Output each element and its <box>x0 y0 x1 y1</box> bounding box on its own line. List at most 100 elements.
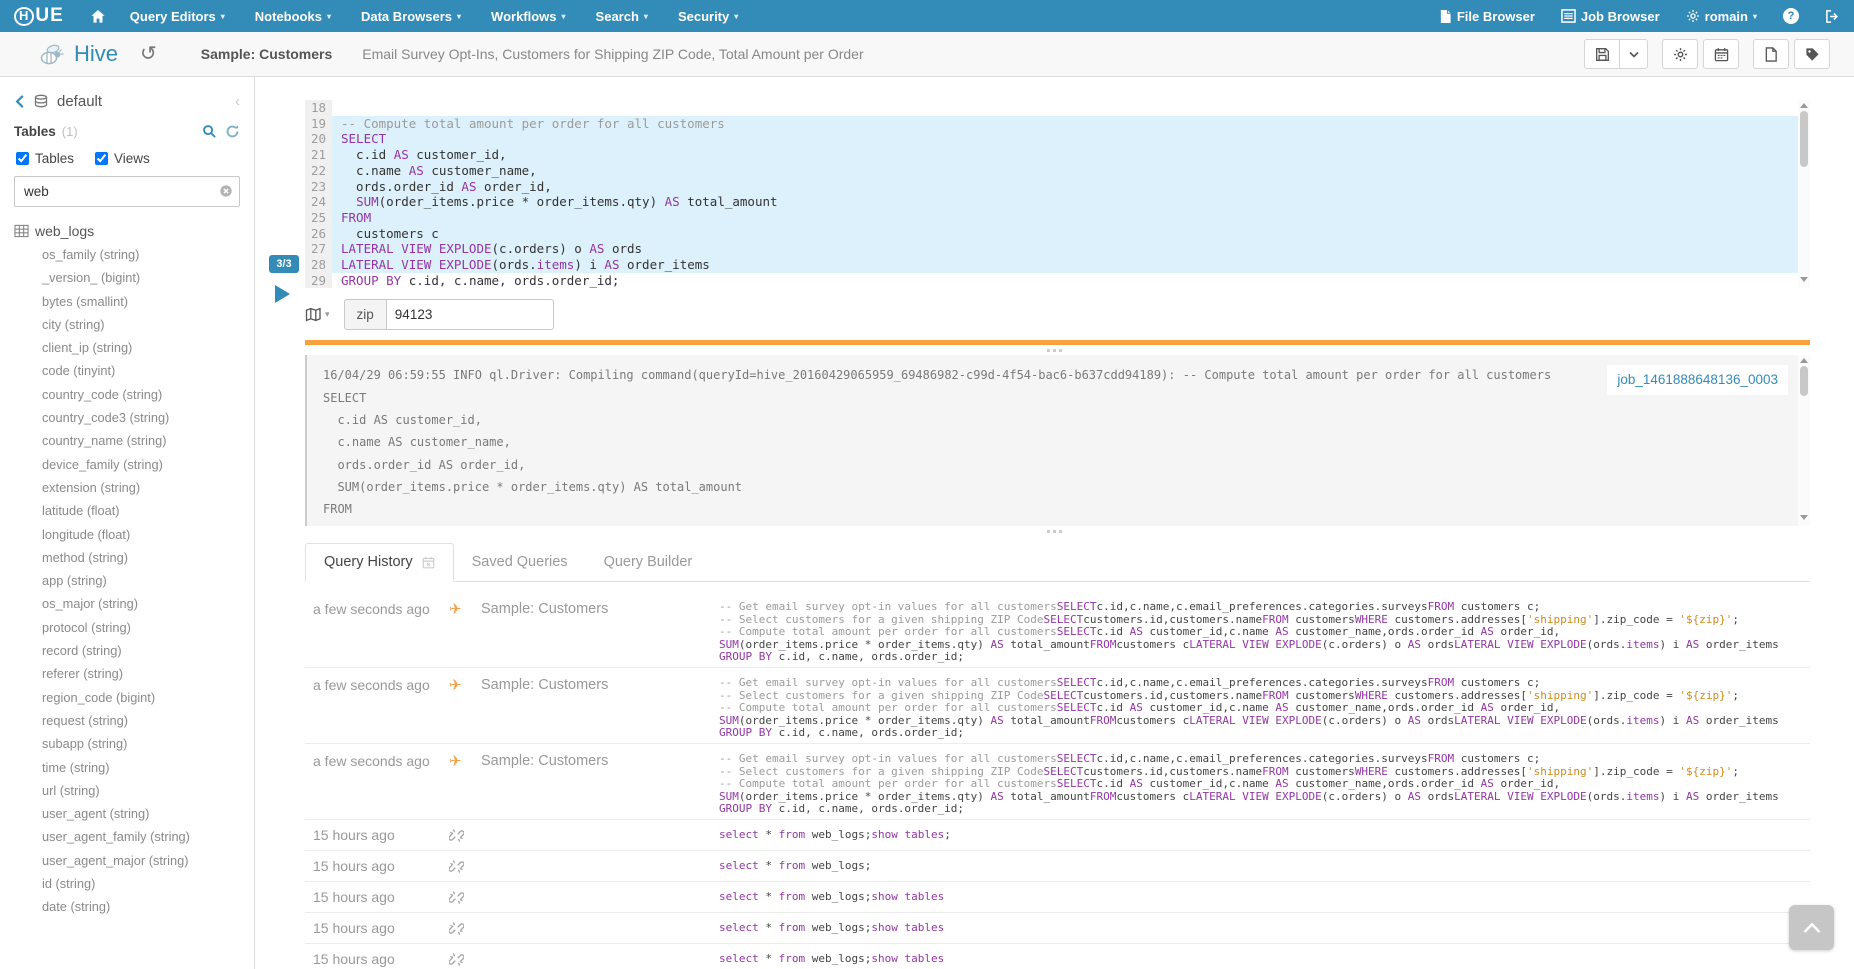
column-item[interactable]: code (tinyint) <box>14 359 240 382</box>
tables-heading: Tables <box>14 124 56 139</box>
column-item[interactable]: _version_ (bigint) <box>14 266 240 289</box>
column-item[interactable]: subapp (string) <box>14 732 240 755</box>
scroll-up-arrow-icon[interactable] <box>1800 358 1808 363</box>
editor-scrollbar-thumb[interactable] <box>1800 111 1808 167</box>
column-item[interactable]: device_family (string) <box>14 453 240 476</box>
code-line: SUM(order_items.price * order_items.qty)… <box>332 194 1810 210</box>
column-item[interactable]: city (string) <box>14 313 240 336</box>
scroll-top-button[interactable] <box>1789 905 1834 950</box>
menu-query-editors[interactable]: Query Editors▾ <box>130 9 225 24</box>
views-checkbox[interactable] <box>95 152 108 165</box>
tables-checkbox[interactable] <box>16 152 29 165</box>
column-item[interactable]: region_code (bigint) <box>14 686 240 709</box>
clear-search-button[interactable] <box>219 184 233 198</box>
column-item[interactable]: referer (string) <box>14 662 240 685</box>
history-row[interactable]: 15 hours agoselect * from web_logs;show … <box>305 913 1810 944</box>
menu-search[interactable]: Search▾ <box>596 9 648 24</box>
menu-notebooks[interactable]: Notebooks▾ <box>255 9 331 24</box>
plane-icon: ✈ <box>449 678 462 693</box>
job-link[interactable]: job_1461888648136_0003 <box>1617 372 1778 387</box>
column-item[interactable]: latitude (float) <box>14 499 240 522</box>
help-button[interactable]: ? <box>1783 8 1799 24</box>
column-item[interactable]: user_agent_family (string) <box>14 825 240 848</box>
column-item[interactable]: protocol (string) <box>14 616 240 639</box>
menu-security[interactable]: Security▾ <box>678 9 738 24</box>
column-item[interactable]: record (string) <box>14 639 240 662</box>
column-item[interactable]: os_major (string) <box>14 592 240 615</box>
editor-line: 25FROM <box>305 210 1810 226</box>
home-button[interactable] <box>90 9 106 24</box>
history-row[interactable]: a few seconds ago✈Sample: Customers-- Ge… <box>305 592 1810 668</box>
column-item[interactable]: url (string) <box>14 779 240 802</box>
file-browser-button[interactable]: File Browser <box>1439 9 1535 24</box>
table-filter-input[interactable] <box>14 176 240 207</box>
scroll-down-arrow-icon[interactable] <box>1800 515 1808 520</box>
database-name[interactable]: default <box>57 93 102 110</box>
log-scrollbar[interactable] <box>1798 355 1810 526</box>
calendar-icon <box>1714 47 1729 62</box>
column-item[interactable]: country_name (string) <box>14 429 240 452</box>
history-row[interactable]: a few seconds ago✈Sample: Customers-- Ge… <box>305 744 1810 820</box>
query-history-button[interactable]: ↺ <box>140 44 157 64</box>
tab-saved-queries[interactable]: Saved Queries <box>454 544 586 581</box>
variables-button[interactable]: ▾ <box>305 307 330 322</box>
editor-scrollbar[interactable] <box>1798 100 1810 288</box>
resize-handle[interactable] <box>255 345 1854 355</box>
code-line <box>332 100 1810 116</box>
collapse-sidebar-button[interactable]: ‹ <box>235 93 240 110</box>
history-row[interactable]: a few seconds ago✈Sample: Customers-- Ge… <box>305 668 1810 744</box>
column-item[interactable]: country_code3 (string) <box>14 406 240 429</box>
tab-query-history[interactable]: Query History <box>305 543 454 582</box>
column-item[interactable]: method (string) <box>14 546 240 569</box>
user-menu[interactable]: romain ▾ <box>1686 9 1757 24</box>
settings-button[interactable] <box>1662 39 1698 69</box>
variable-input[interactable] <box>386 299 554 330</box>
logout-button[interactable] <box>1825 9 1840 24</box>
history-row[interactable]: 15 hours agoselect * from web_logs; <box>305 851 1810 882</box>
execute-button[interactable] <box>275 285 290 303</box>
column-item[interactable]: time (string) <box>14 756 240 779</box>
hue-logo-h: H <box>14 7 34 26</box>
scroll-up-arrow-icon[interactable] <box>1800 103 1808 108</box>
column-item[interactable]: bytes (smallint) <box>14 290 240 313</box>
new-document-button[interactable] <box>1753 39 1789 69</box>
column-item[interactable]: request (string) <box>14 709 240 732</box>
column-item[interactable]: app (string) <box>14 569 240 592</box>
column-item[interactable]: user_agent_major (string) <box>14 849 240 872</box>
job-browser-button[interactable]: Job Browser <box>1561 9 1660 24</box>
save-dropdown-button[interactable] <box>1620 39 1648 69</box>
refresh-button[interactable] <box>225 124 240 139</box>
hue-logo[interactable]: HUE <box>14 5 64 27</box>
column-item[interactable]: client_ip (string) <box>14 336 240 359</box>
column-item[interactable]: id (string) <box>14 872 240 895</box>
file-icon <box>1439 9 1452 24</box>
sql-editor[interactable]: 1819-- Compute total amount per order fo… <box>305 100 1810 288</box>
table-search-button[interactable] <box>202 124 217 139</box>
history-row[interactable]: 15 hours agoselect * from web_logs;show … <box>305 882 1810 913</box>
log-scrollbar-thumb[interactable] <box>1800 366 1808 396</box>
chevron-down-icon: ▾ <box>457 12 461 21</box>
resize-handle[interactable] <box>255 526 1854 536</box>
column-item[interactable]: extension (string) <box>14 476 240 499</box>
hive-app-link[interactable]: Hive <box>38 41 118 67</box>
menu-data-browsers[interactable]: Data Browsers▾ <box>361 9 461 24</box>
history-row[interactable]: 15 hours agoselect * from web_logs;show … <box>305 820 1810 851</box>
scroll-down-arrow-icon[interactable] <box>1800 277 1808 282</box>
table-item-web-logs[interactable]: web_logs <box>14 221 240 243</box>
tags-button[interactable] <box>1794 39 1830 69</box>
chevron-down-icon: ▾ <box>1753 12 1757 21</box>
column-item[interactable]: user_agent (string) <box>14 802 240 825</box>
schedule-button[interactable] <box>1703 39 1739 69</box>
column-item[interactable]: longitude (float) <box>14 523 240 546</box>
column-item[interactable]: date (string) <box>14 895 240 918</box>
tab-query-builder[interactable]: Query Builder <box>586 544 711 581</box>
history-row[interactable]: 15 hours agoselect * from web_logs;show … <box>305 944 1810 969</box>
line-number: 19 <box>305 116 332 132</box>
log-lines: 16/04/29 06:59:55 INFO ql.Driver: Compil… <box>323 364 1794 526</box>
back-button[interactable] <box>14 94 25 109</box>
menu-workflows[interactable]: Workflows▾ <box>491 9 566 24</box>
column-item[interactable]: country_code (string) <box>14 383 240 406</box>
query-description: Email Survey Opt-Ins, Customers for Ship… <box>362 46 863 62</box>
save-button[interactable] <box>1584 39 1620 69</box>
column-item[interactable]: os_family (string) <box>14 243 240 266</box>
